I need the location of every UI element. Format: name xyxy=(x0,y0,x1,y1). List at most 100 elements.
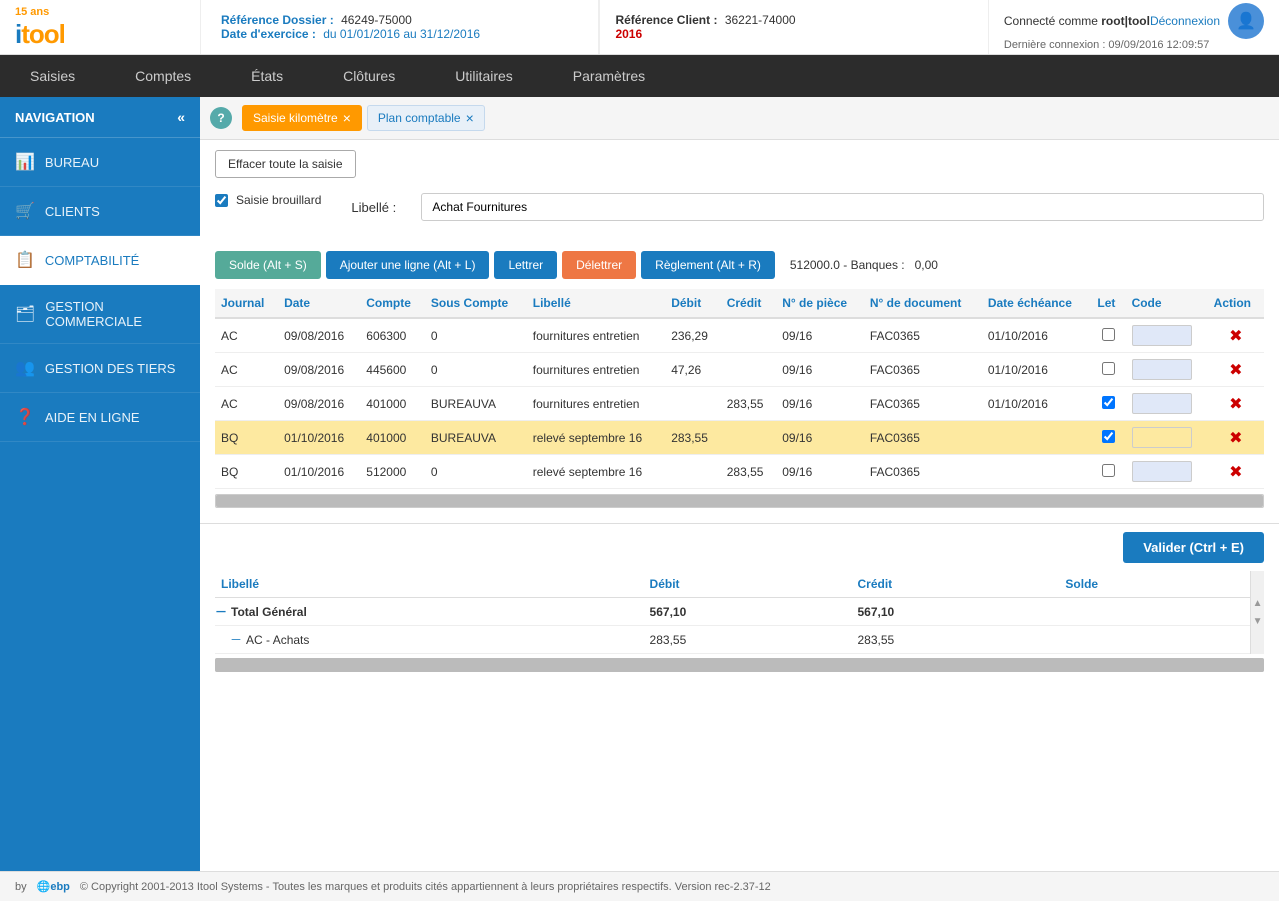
clear-button[interactable]: Effacer toute la saisie xyxy=(215,150,356,178)
cell-no-doc: FAC0365 xyxy=(864,421,982,455)
let-checkbox[interactable] xyxy=(1102,362,1115,375)
let-checkbox[interactable] xyxy=(1102,328,1115,341)
sidebar-item-clients[interactable]: 🛒 CLIENTS xyxy=(0,187,200,236)
nav-saisies[interactable]: Saisies xyxy=(0,55,105,97)
cell-debit: 283,55 xyxy=(665,421,721,455)
sidebar-item-gestion-tiers[interactable]: 👥 GESTION DES TIERS xyxy=(0,344,200,393)
cell-journal: AC xyxy=(215,387,278,421)
deconnexion-link[interactable]: Déconnexion xyxy=(1150,14,1220,28)
let-checkbox[interactable] xyxy=(1102,396,1115,409)
footer-copyright: © Copyright 2001-2013 Itool Systems - To… xyxy=(80,881,771,893)
nav-parametres[interactable]: Paramètres xyxy=(543,55,675,97)
comptabilite-icon: 📋 xyxy=(15,250,35,270)
scrollbar-thumb[interactable] xyxy=(216,495,1263,507)
summary-col-debit: Débit xyxy=(644,571,852,598)
summary-expand-icon[interactable]: － xyxy=(230,633,242,647)
ref-client-year: 2016 xyxy=(615,27,972,41)
summary-cell-libelle: －AC - Achats xyxy=(215,626,644,654)
table-header-row: Journal Date Compte Sous Compte Libellé … xyxy=(215,289,1264,318)
summary-scrollbar[interactable]: ▲ ▼ xyxy=(1250,571,1264,654)
valider-button[interactable]: Valider (Ctrl + E) xyxy=(1123,532,1264,563)
summary-horizontal-scrollbar[interactable] xyxy=(215,658,1264,672)
cell-code[interactable] xyxy=(1126,318,1208,353)
cell-action[interactable]: ✖ xyxy=(1208,421,1264,455)
remove-icon[interactable]: ✖ xyxy=(1229,362,1242,379)
horizontal-scrollbar[interactable] xyxy=(215,494,1264,508)
cell-code[interactable] xyxy=(1126,421,1208,455)
delettrer-button[interactable]: Délettrer xyxy=(562,251,636,279)
nav-utilitaires[interactable]: Utilitaires xyxy=(425,55,543,97)
cell-sous-compte: 0 xyxy=(425,455,527,489)
cell-let[interactable] xyxy=(1091,318,1125,353)
cell-credit xyxy=(721,421,777,455)
nav-collapse-icon[interactable]: « xyxy=(177,109,185,125)
gestion-tiers-icon: 👥 xyxy=(15,358,35,378)
col-code: Code xyxy=(1126,289,1208,318)
tab-plan-comptable-label: Plan comptable xyxy=(378,111,461,125)
add-line-button[interactable]: Ajouter une ligne (Alt + L) xyxy=(326,251,490,279)
cell-compte: 512000 xyxy=(360,455,425,489)
tab-saisie-km-close[interactable]: × xyxy=(343,111,351,125)
summary-expand-icon[interactable]: － xyxy=(215,605,227,619)
cell-code[interactable] xyxy=(1126,387,1208,421)
code-input[interactable] xyxy=(1132,359,1192,380)
libelle-row: Libellé : xyxy=(351,193,1264,221)
cell-let[interactable] xyxy=(1091,455,1125,489)
aide-icon: ❓ xyxy=(15,407,35,427)
logo: 15 ans itool xyxy=(15,4,65,50)
cell-action[interactable]: ✖ xyxy=(1208,387,1264,421)
tab-saisie-km[interactable]: Saisie kilomètre × xyxy=(242,105,362,131)
table-scroll[interactable]: Journal Date Compte Sous Compte Libellé … xyxy=(215,289,1264,489)
cell-date-echeance xyxy=(982,421,1092,455)
last-login: Dernière connexion : 09/09/2016 12:09:57 xyxy=(1004,39,1264,51)
saisie-brouillard-row: Saisie brouillard xyxy=(215,193,321,207)
scroll-up-icon[interactable]: ▲ xyxy=(1253,595,1263,613)
code-input[interactable] xyxy=(1132,325,1192,346)
nav-etats[interactable]: États xyxy=(221,55,313,97)
scroll-down-icon[interactable]: ▼ xyxy=(1253,613,1263,631)
cell-date: 09/08/2016 xyxy=(278,353,360,387)
header-center: Référence Dossier : 46249-75000 Date d'e… xyxy=(200,0,599,54)
remove-icon[interactable]: ✖ xyxy=(1229,430,1242,447)
nav-comptes[interactable]: Comptes xyxy=(105,55,221,97)
saisie-brouillard-checkbox[interactable] xyxy=(215,194,228,207)
header: 15 ans itool Référence Dossier : 46249-7… xyxy=(0,0,1279,55)
cell-action[interactable]: ✖ xyxy=(1208,318,1264,353)
solde-button[interactable]: Solde (Alt + S) xyxy=(215,251,321,279)
cell-let[interactable] xyxy=(1091,387,1125,421)
remove-icon[interactable]: ✖ xyxy=(1229,464,1242,481)
summary-scrollbar-thumb[interactable] xyxy=(215,658,1264,672)
cell-code[interactable] xyxy=(1126,455,1208,489)
cell-compte: 401000 xyxy=(360,387,425,421)
cell-let[interactable] xyxy=(1091,421,1125,455)
reglement-button[interactable]: Règlement (Alt + R) xyxy=(641,251,775,279)
cell-date: 01/10/2016 xyxy=(278,455,360,489)
sidebar-item-comptabilite[interactable]: 📋 COMPTABILITÉ xyxy=(0,236,200,285)
sidebar-item-gestion-commerciale[interactable]: 🗂 GESTION COMMERCIALE xyxy=(0,285,200,344)
cell-no-piece: 09/16 xyxy=(776,421,864,455)
sidebar-item-label-bureau: BUREAU xyxy=(45,155,99,170)
code-input[interactable] xyxy=(1132,427,1192,448)
cell-code[interactable] xyxy=(1126,353,1208,387)
nav-clotures[interactable]: Clôtures xyxy=(313,55,425,97)
let-checkbox[interactable] xyxy=(1102,430,1115,443)
help-button[interactable]: ? xyxy=(210,107,232,129)
cell-action[interactable]: ✖ xyxy=(1208,353,1264,387)
sidebar-item-aide-en-ligne[interactable]: ❓ AIDE EN LIGNE xyxy=(0,393,200,442)
sidebar-item-label-clients: CLIENTS xyxy=(45,204,100,219)
code-input[interactable] xyxy=(1132,461,1192,482)
sidebar-item-label-aide: AIDE EN LIGNE xyxy=(45,410,140,425)
libelle-input[interactable] xyxy=(421,193,1264,221)
code-input[interactable] xyxy=(1132,393,1192,414)
let-checkbox[interactable] xyxy=(1102,464,1115,477)
cell-let[interactable] xyxy=(1091,353,1125,387)
cell-debit xyxy=(665,387,721,421)
lettrer-button[interactable]: Lettrer xyxy=(494,251,557,279)
remove-icon[interactable]: ✖ xyxy=(1229,396,1242,413)
remove-icon[interactable]: ✖ xyxy=(1229,328,1242,345)
sidebar-item-bureau[interactable]: 📊 BUREAU xyxy=(0,138,200,187)
tab-plan-comptable[interactable]: Plan comptable × xyxy=(367,105,485,131)
tab-plan-comptable-close[interactable]: × xyxy=(466,111,474,125)
libelle-label: Libellé : xyxy=(351,200,411,215)
cell-action[interactable]: ✖ xyxy=(1208,455,1264,489)
